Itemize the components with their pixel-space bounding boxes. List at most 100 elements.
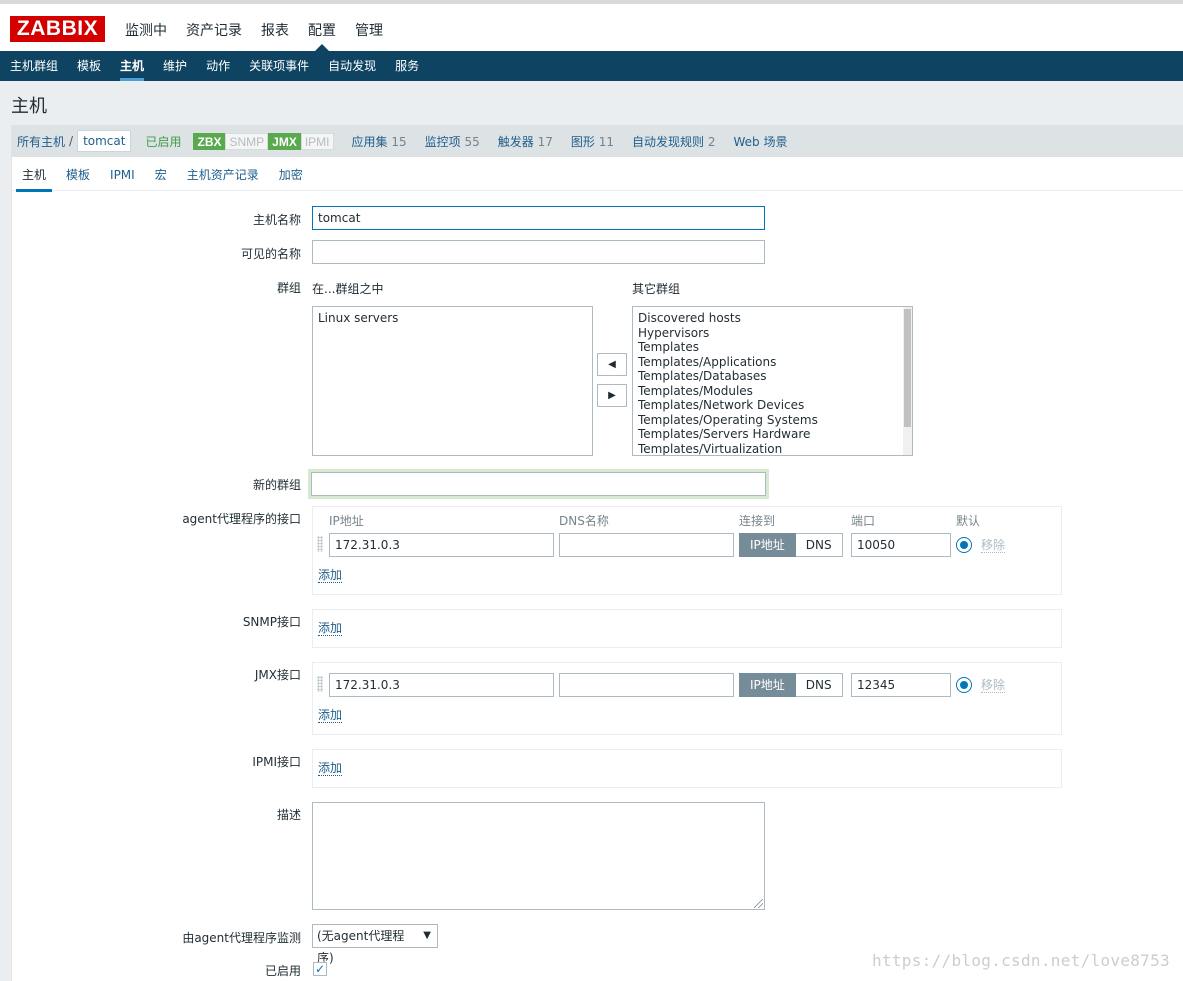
badge-jmx: JMX [268,132,301,150]
tab-macros[interactable]: 宏 [149,157,173,191]
subnav-hosts[interactable]: 主机 [120,51,145,81]
if-header-port: 端口 [851,514,876,528]
link-applications[interactable]: 应用集 15 [352,133,407,150]
jmx-port-input[interactable]: 12345 [851,673,951,697]
other-groups-list[interactable]: Discovered hosts Hypervisors Templates T… [632,306,913,456]
subnav-discovery[interactable]: 自动发现 [328,51,376,81]
jmx-remove-link[interactable]: 移除 [981,678,1006,693]
link-graphs[interactable]: 图形 11 [571,133,614,150]
list-item[interactable]: Templates/Applications [638,355,907,370]
subnav-host-groups[interactable]: 主机群组 [10,51,58,81]
in-groups-list[interactable]: Linux servers [312,306,593,456]
top-menu-inventory[interactable]: 资产记录 [186,20,242,51]
list-item[interactable]: Templates/Network Devices [638,398,907,413]
list-item[interactable]: Templates/Modules [638,384,907,399]
tab-host[interactable]: 主机 [16,157,53,192]
jmx-ip-input[interactable]: 172.31.0.3 [329,673,554,697]
ipmi-interface-box [312,749,1062,788]
list-item[interactable]: Linux servers [318,311,587,326]
drag-handle-icon[interactable] [317,676,323,692]
top-menu: 监测中 资产记录 报表 配置 管理 [125,20,402,51]
top-menu-administration[interactable]: 管理 [355,20,383,51]
agent-connect-toggle: IP地址 DNS [739,533,843,557]
snmp-add-link[interactable]: 添加 [318,621,343,636]
host-navigation-bar: 所有主机 / tomcat 已启用 ZBX SNMP JMX IPMI 应用集 … [11,125,1183,157]
new-group-input[interactable] [308,469,769,499]
agent-remove-link[interactable]: 移除 [981,538,1006,553]
snmp-interface-label: SNMP接口 [242,615,301,629]
zabbix-logo[interactable]: ZABBIX [10,16,105,42]
badge-ipmi: IPMI [300,132,334,150]
list-item[interactable]: Templates/Databases [638,369,907,384]
agent-port-input[interactable]: 10050 [851,533,951,557]
move-right-button[interactable]: ▶ [597,384,627,407]
checkmark-icon: ✓ [314,962,326,976]
tab-encryption[interactable]: 加密 [273,157,309,191]
list-scrollbar[interactable] [903,307,912,455]
other-groups-label: 其它群组 [632,282,681,296]
arrow-left-icon: ◀ [608,359,616,370]
move-left-button[interactable]: ◀ [597,353,627,376]
proxy-select[interactable]: (无agent代理程序) ▼ [312,924,438,965]
breadcrumb-separator: / [69,134,74,148]
subnav-maintenance[interactable]: 维护 [163,51,187,81]
visible-name-input[interactable] [312,240,765,264]
if-header-ip: IP地址 [329,514,364,528]
form-tabs: 主机 模板 IPMI 宏 主机资产记录 加密 [12,157,1183,192]
link-triggers[interactable]: 触发器 17 [498,133,553,150]
arrow-right-icon: ▶ [608,390,616,401]
top-menu-monitoring[interactable]: 监测中 [125,20,167,51]
breadcrumb-all-hosts[interactable]: 所有主机 [17,133,65,150]
breadcrumb-current-host[interactable]: tomcat [77,130,132,152]
subnav-templates[interactable]: 模板 [77,51,101,81]
tab-inventory[interactable]: 主机资产记录 [181,157,265,191]
badge-snmp: SNMP [225,132,269,150]
top-menu-configuration[interactable]: 配置 [308,20,336,51]
subnav-actions[interactable]: 动作 [206,51,230,81]
list-item[interactable]: Discovered hosts [638,311,907,326]
watermark-text: https://blog.csdn.net/love8753 [872,951,1170,970]
chevron-down-icon: ▼ [423,930,431,941]
description-textarea[interactable] [312,802,765,910]
connect-ip-button[interactable]: IP地址 [739,533,796,557]
subnav-correlation[interactable]: 关联项事件 [249,51,309,81]
agent-add-link[interactable]: 添加 [318,568,343,583]
host-name-input[interactable]: tomcat [312,206,765,230]
list-item[interactable]: Templates [638,340,907,355]
jmx-add-link[interactable]: 添加 [318,708,343,723]
connect-dns-button[interactable]: DNS [795,533,843,557]
link-discovery-rules[interactable]: 自动发现规则 2 [632,133,715,150]
tab-templates[interactable]: 模板 [60,157,96,191]
link-items[interactable]: 监控项 55 [425,133,480,150]
connect-dns-button[interactable]: DNS [795,673,843,697]
enabled-checkbox[interactable]: ✓ [313,962,327,976]
agent-ip-input[interactable]: 172.31.0.3 [329,533,554,557]
host-form-panel: 主机 模板 IPMI 宏 主机资产记录 加密 主机名称 tomcat 可见的名称… [11,157,1183,981]
agent-default-radio[interactable] [956,537,972,553]
link-web-scenarios[interactable]: Web 场景 [734,133,788,150]
proxy-selected-value: (无agent代理程序) [317,929,405,965]
resize-handle-icon[interactable] [754,899,763,908]
drag-handle-icon[interactable] [317,536,323,552]
badge-zbx: ZBX [193,132,226,150]
list-item[interactable]: Templates/Operating Systems [638,413,907,428]
top-menu-reports[interactable]: 报表 [261,20,289,51]
new-group-label: 新的群组 [252,478,301,492]
description-label: 描述 [276,808,301,822]
scrollbar-thumb[interactable] [904,309,911,427]
list-item[interactable]: Hypervisors [638,326,907,341]
visible-name-label: 可见的名称 [240,247,301,261]
list-item[interactable]: Templates/Virtualization [638,442,907,456]
host-status[interactable]: 已启用 [145,133,181,150]
ipmi-add-link[interactable]: 添加 [318,761,343,776]
connect-ip-button[interactable]: IP地址 [739,673,796,697]
proxy-label: 由agent代理程序监测 [182,931,301,945]
agent-interface-label: agent代理程序的接口 [182,512,301,526]
agent-dns-input[interactable] [559,533,734,557]
list-item[interactable]: Templates/Servers Hardware [638,427,907,442]
subnav-services[interactable]: 服务 [395,51,419,81]
jmx-interface-label: JMX接口 [254,668,301,682]
tab-ipmi[interactable]: IPMI [104,157,141,191]
jmx-dns-input[interactable] [559,673,734,697]
jmx-default-radio[interactable] [956,677,972,693]
